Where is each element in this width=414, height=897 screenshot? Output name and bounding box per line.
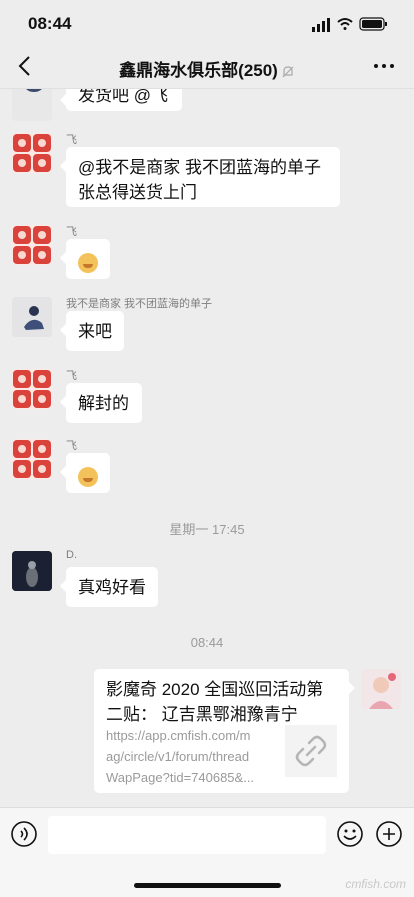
message-text: 发货吧 @飞 (78, 89, 168, 105)
avatar[interactable] (12, 89, 52, 121)
link-card-url: https://app.cmfish.com/m ag/circle/v1/fo… (106, 725, 276, 788)
self-avatar[interactable] (361, 669, 401, 709)
avatar[interactable] (12, 133, 52, 173)
watermark: cmfish.com (345, 877, 406, 891)
avatar[interactable] (12, 551, 52, 591)
message-bubble[interactable]: 来吧 (60, 311, 124, 351)
link-card[interactable]: 影魔奇 2020 全国巡回活动第 二贴： 辽吉黑鄂湘豫青宁 https://ap… (94, 669, 355, 793)
group-name: 鑫鼎海水俱乐部(250) (119, 61, 278, 80)
status-icons (312, 17, 387, 32)
avatar[interactable] (12, 297, 52, 337)
more-icon[interactable] (372, 54, 396, 78)
smirk-emoji-icon (78, 466, 98, 487)
link-url-line: ag/circle/v1/forum/thread (106, 749, 250, 764)
message-bubble[interactable]: 真鸡好看 (60, 567, 158, 607)
message-text: 解封的 (78, 394, 129, 413)
sender-name: 飞 (66, 440, 77, 452)
input-bar: cmfish.com (0, 807, 414, 897)
status-time: 08:44 (28, 14, 72, 33)
avatar[interactable] (12, 369, 52, 409)
message-bubble[interactable] (60, 239, 110, 279)
chat-header: 鑫鼎海水俱乐部(250) (0, 48, 414, 89)
timestamp: 08:44 (190, 635, 224, 650)
sender-name: 飞 (66, 134, 77, 146)
signal-icon (312, 18, 330, 32)
emoji-icon[interactable] (336, 820, 364, 848)
voice-icon[interactable] (10, 820, 38, 848)
message-input[interactable] (48, 816, 326, 854)
link-url-line: WapPage?tid=740685&... (106, 770, 255, 785)
avatar[interactable] (12, 225, 52, 265)
message-text: 来吧 (78, 322, 112, 341)
status-bar: 08:44 (0, 0, 414, 48)
timestamp: 星期一 17:45 (169, 522, 245, 537)
message-text-line: @我不是商家 我不团蓝海的单子 (78, 158, 321, 177)
link-thumbnail (285, 725, 337, 777)
mute-bell-icon (282, 65, 294, 77)
plus-icon[interactable] (375, 820, 403, 848)
battery-icon (359, 17, 387, 31)
message-text: 真鸡好看 (78, 578, 146, 597)
grin-emoji-icon (78, 252, 98, 273)
message-bubble[interactable]: 发货吧 @飞 (60, 89, 182, 111)
chat-title: 鑫鼎海水俱乐部(250) (0, 56, 414, 81)
link-card-title-line: 二贴： 辽吉黑鄂湘豫青宁 (106, 705, 298, 724)
wifi-icon (337, 18, 353, 30)
sender-name: 飞 (66, 370, 77, 382)
link-url-line: https://app.cmfish.com/m (106, 728, 251, 743)
message-list[interactable]: 发货吧 @飞 飞 @我不是商家 我不团蓝海的单子 张总得送货上门 飞 我不是商家… (0, 89, 414, 807)
sender-name: 飞 (66, 226, 77, 238)
message-bubble[interactable]: 解封的 (60, 383, 142, 423)
message-text-line: 张总得送货上门 (78, 183, 197, 202)
link-card-title-line: 影魔奇 2020 全国巡回活动第 (106, 680, 324, 699)
message-bubble[interactable]: @我不是商家 我不团蓝海的单子 张总得送货上门 (60, 147, 340, 207)
link-icon (295, 735, 327, 767)
message-bubble[interactable] (60, 453, 110, 493)
sender-name: D. (66, 549, 77, 561)
home-indicator[interactable] (134, 883, 281, 888)
avatar[interactable] (12, 439, 52, 479)
sender-name: 我不是商家 我不团蓝海的单子 (66, 298, 213, 310)
